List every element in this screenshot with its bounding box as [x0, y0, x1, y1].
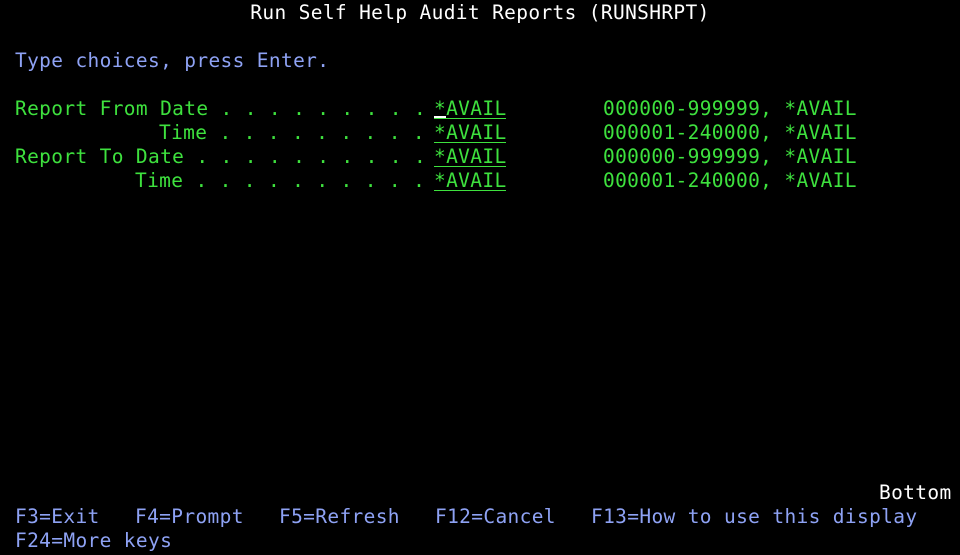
prompt-label-from-time: Time . . . . . . . . .	[159, 121, 425, 144]
allowed-values-report-to-date: 000000-999999, *AVAIL	[603, 145, 857, 168]
prompt-label-report-to-date: Report To Date . . . . . . . . . .	[15, 145, 427, 168]
allowed-values-from-time: 000001-240000, *AVAIL	[603, 121, 857, 144]
f24-more-keys-key[interactable]: F24=More keys	[15, 529, 172, 553]
scroll-indicator: Bottom	[879, 481, 952, 504]
f13-help-key[interactable]: F13=How to use this display	[591, 505, 917, 529]
allowed-values-report-from-date: 000000-999999, *AVAIL	[603, 97, 857, 120]
f3-exit-key[interactable]: F3=Exit	[15, 505, 100, 529]
instruction-text: Type choices, press Enter.	[15, 49, 330, 72]
screen-title: Run Self Help Audit Reports (RUNSHRPT)	[250, 1, 710, 24]
f5-refresh-key[interactable]: F5=Refresh	[279, 505, 400, 529]
prompt-label-report-from-date: Report From Date . . . . . . . . .	[15, 97, 427, 120]
allowed-values-to-time: 000001-240000, *AVAIL	[603, 169, 857, 192]
report-from-time-input[interactable]	[434, 121, 506, 145]
terminal-screen: Run Self Help Audit Reports (RUNSHRPT) T…	[0, 0, 960, 555]
prompt-label-to-time: Time . . . . . . . . . .	[135, 169, 426, 192]
f12-cancel-key[interactable]: F12=Cancel	[435, 505, 556, 529]
f4-prompt-key[interactable]: F4=Prompt	[135, 505, 244, 529]
report-to-date-input[interactable]	[434, 145, 506, 169]
report-to-time-input[interactable]	[434, 169, 506, 193]
text-cursor	[434, 116, 446, 118]
